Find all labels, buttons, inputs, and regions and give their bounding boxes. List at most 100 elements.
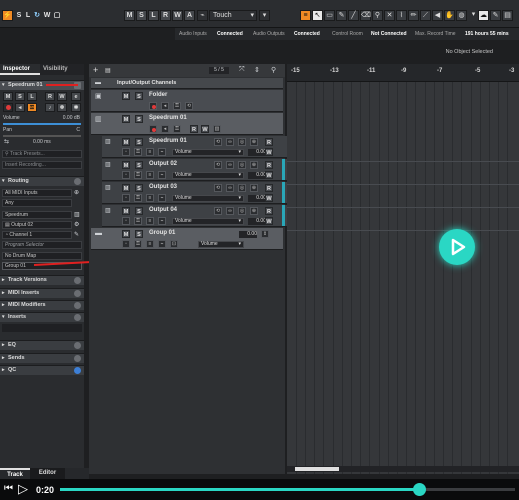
automation-param-select[interactable]: Volume ▾ (172, 195, 244, 202)
channel-icon[interactable]: ⊕ (250, 184, 258, 192)
snap-icon[interactable]: ☁ (478, 10, 489, 21)
record-mode-icon[interactable]: ⚡ (2, 10, 13, 21)
channel-icon[interactable]: ⊕ (250, 138, 258, 146)
collapse-icon[interactable]: ▫ (122, 217, 130, 225)
midi-modifiers-section[interactable]: ▸ MIDI Modifiers (0, 300, 84, 310)
tab-visibility[interactable]: Visibility (40, 64, 84, 75)
track-output-04[interactable]: ▥ M S Output 04 ⟲ ∞ ◎ ⊕ R ▫ ⚿ ≡ ⌁ Volume… (102, 205, 294, 227)
lane-icon[interactable]: ≡ (146, 217, 154, 225)
lock-icon[interactable]: ⚿ (27, 103, 37, 112)
tab-track[interactable]: Track (0, 468, 30, 479)
color-tool-icon[interactable]: ◍ (456, 10, 467, 21)
automation-param-select[interactable]: Volume ▾ (172, 218, 244, 225)
midi-input-select[interactable]: All MIDI Inputs (2, 189, 72, 197)
qc-section[interactable]: ▸ QC (0, 365, 84, 375)
pointer-tool-icon[interactable]: ↖ (312, 10, 323, 21)
line-tool-icon[interactable]: ⟋ (420, 10, 431, 21)
midi-channel-in-select[interactable]: Any (2, 199, 72, 207)
draw-tool-icon[interactable]: ✏ (408, 10, 419, 21)
track-group-01[interactable]: ▬ M S Group 01 0.00 ⇕ ▫ ⚿ ≡ ⌁ ⊡ Volume ▾ (91, 228, 283, 250)
timebase-icon[interactable]: ♪ (45, 103, 55, 112)
delay-row[interactable]: 0.00 ms (30, 138, 84, 147)
inspector-solo[interactable]: S (15, 92, 25, 101)
filter-icon[interactable]: ⤧ (239, 66, 245, 74)
record-enable-icon[interactable] (149, 102, 157, 110)
write-button[interactable]: W (201, 125, 209, 133)
eq-icon[interactable]: ◎ (238, 207, 246, 215)
toolbar-automation[interactable]: A (184, 10, 195, 21)
mute-button[interactable]: M (122, 138, 130, 146)
volume-row[interactable]: Volume 0.00 dB (0, 114, 84, 123)
mute-button[interactable]: M (122, 207, 130, 215)
instrument-select[interactable]: Speedrum (2, 211, 72, 219)
param-value[interactable]: 0.00 (248, 149, 266, 156)
toolbar-l[interactable]: L (24, 10, 32, 21)
link-icon[interactable]: ⟲ (185, 102, 193, 110)
search-icon[interactable]: ⚲ (271, 66, 276, 74)
write-button[interactable]: W (265, 148, 273, 156)
collapse-icon[interactable]: ▫ (122, 171, 130, 179)
inspector-mute[interactable]: M (3, 92, 13, 101)
collapse-icon[interactable]: ▫ (122, 240, 130, 248)
routing-section[interactable]: ▾ Routing (0, 176, 84, 186)
automation-icon[interactable]: ⌁ (158, 171, 166, 179)
automation-icon[interactable]: ⌁ (158, 217, 166, 225)
tab-editor[interactable]: Editor (30, 468, 65, 479)
track-speedrum-output[interactable]: ▥ M S Speedrum 01 ⟲ ∞ ◎ ⊕ R ▫ ⚿ ≡ ⌁ Volu… (102, 136, 294, 158)
zoom-tool-icon[interactable]: ⚲ (372, 10, 383, 21)
automation-icon[interactable]: ⌁ (158, 194, 166, 202)
lane-icon[interactable]: ≡ (146, 171, 154, 179)
monitor-icon[interactable]: ◂ (161, 102, 169, 110)
folder-add-icon[interactable]: ▤ (105, 67, 111, 74)
mute-tool-icon[interactable]: ✕ (384, 10, 395, 21)
record-enable-icon[interactable] (3, 103, 13, 112)
toolbar-s[interactable]: S (15, 10, 23, 21)
solo-button[interactable]: S (135, 184, 143, 192)
read-button[interactable]: R (265, 184, 273, 192)
channel-icon[interactable]: ⊕ (250, 207, 258, 215)
inspector-read[interactable]: R (45, 92, 55, 101)
collapse-icon[interactable]: ▫ (122, 148, 130, 156)
scrollbar-thumb[interactable] (295, 467, 339, 471)
play-icon[interactable]: ▷ (18, 481, 28, 497)
quantize-type-icon[interactable]: ▤ (502, 10, 513, 21)
skip-back-icon[interactable]: ⏮ (4, 483, 13, 494)
automation-param-select[interactable]: Volume ▾ (198, 241, 244, 248)
solo-button[interactable]: S (135, 138, 143, 146)
toolbar-solo[interactable]: S (136, 10, 147, 21)
track-presets-field[interactable]: ⚲ Track Presets... (2, 150, 82, 158)
channel-settings-icon[interactable]: ✱ (71, 103, 81, 112)
toolbar-read[interactable]: R (160, 10, 171, 21)
split-tool-icon[interactable]: ✎ (336, 10, 347, 21)
group-volume-value[interactable]: 0.00 (239, 231, 257, 238)
lock-icon[interactable]: ⚿ (134, 171, 142, 179)
solo-button[interactable]: S (135, 230, 143, 238)
lane-icon[interactable]: ≡ (146, 240, 154, 248)
add-track-icon[interactable]: + (93, 65, 98, 75)
automation-param-select[interactable]: Volume ▾ (172, 149, 244, 156)
edit-icon[interactable]: ⟲ (214, 138, 222, 146)
collapse-icon[interactable]: ⇕ (254, 66, 260, 74)
fx-icon[interactable]: ∞ (226, 161, 234, 169)
video-progress-knob[interactable] (413, 483, 427, 496)
channel-select[interactable]: ◔ Channel 1 (2, 231, 72, 239)
insert-recording-field[interactable]: Insert Recording... (2, 161, 82, 169)
inspector-edit[interactable]: e (71, 92, 81, 101)
pan-slider[interactable] (3, 135, 81, 137)
eq-icon[interactable]: ◎ (238, 161, 246, 169)
toolbar-r[interactable]: ↻ (33, 10, 41, 21)
lock-icon[interactable]: ⚿ (134, 240, 142, 248)
track-speedrum[interactable]: ▥ M S Speedrum 01 ◂ ⚿ R W ▥ (91, 113, 283, 135)
lane-icon[interactable]: ≡ (146, 194, 154, 202)
stepper-icon[interactable]: ⇕ (261, 230, 269, 238)
fx-icon[interactable]: ∞ (226, 207, 234, 215)
toolbar-listen[interactable]: L (148, 10, 159, 21)
monitor-icon[interactable]: ◂ (161, 125, 169, 133)
edit-icon[interactable]: ⟲ (214, 184, 222, 192)
write-button[interactable]: W (265, 217, 273, 225)
volume-fader[interactable] (3, 123, 81, 125)
toolbar-a[interactable]: ▢ (53, 10, 61, 21)
toolbar-mute[interactable]: M (124, 10, 135, 21)
mute-button[interactable]: M (122, 161, 130, 169)
inspector-listen[interactable]: L (27, 92, 37, 101)
